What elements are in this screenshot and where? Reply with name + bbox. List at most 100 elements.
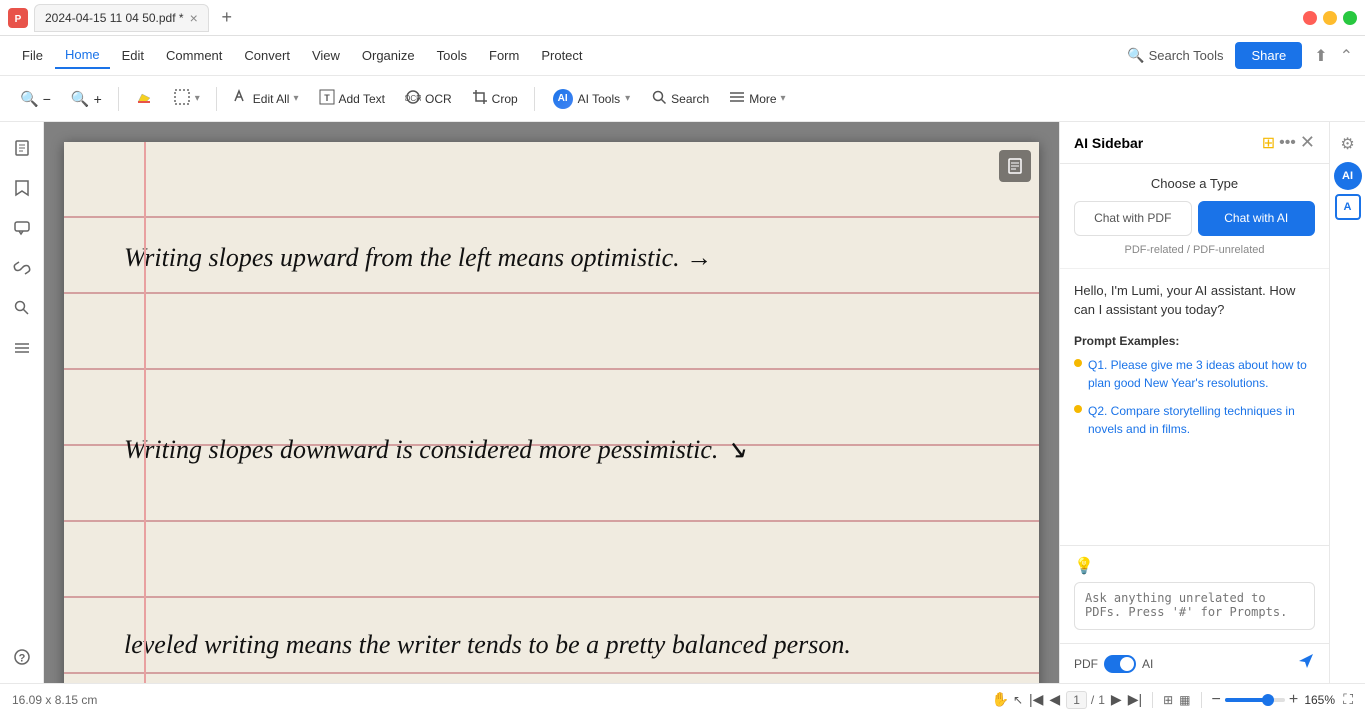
zoom-out-button[interactable]: 🔍 − bbox=[12, 85, 59, 113]
ai-close-icon[interactable]: ✕ bbox=[1300, 132, 1315, 153]
menu-protect[interactable]: Protect bbox=[531, 43, 592, 68]
ai-input-field[interactable] bbox=[1074, 582, 1315, 630]
zoom-in-button[interactable]: 🔍 + bbox=[63, 85, 110, 113]
first-page-button[interactable]: |◀ bbox=[1029, 691, 1043, 708]
menu-organize[interactable]: Organize bbox=[352, 43, 425, 68]
menu-file[interactable]: File bbox=[12, 43, 53, 68]
current-page[interactable]: 1 bbox=[1066, 691, 1087, 709]
ai-send-icon[interactable] bbox=[1297, 652, 1315, 675]
ai-prompt-text-1[interactable]: Q1. Please give me 3 ideas about how to … bbox=[1088, 356, 1315, 392]
fullscreen-button[interactable]: ⛶ bbox=[1343, 691, 1353, 708]
rect-chevron-icon: ▾ bbox=[195, 93, 200, 104]
more-button[interactable]: More ▾ bbox=[721, 84, 793, 113]
sidebar-bookmark-button[interactable] bbox=[4, 170, 40, 206]
tab[interactable]: 2024-04-15 11 04 50.pdf * × bbox=[34, 4, 209, 32]
window-close-button[interactable] bbox=[1303, 11, 1317, 25]
toolbar: 🔍 − 🔍 + ▾ Edit All ▾ T Add Text OCR OCR bbox=[0, 76, 1365, 122]
search-tools-label: Search Tools bbox=[1149, 48, 1224, 63]
zoom-slider[interactable] bbox=[1225, 698, 1285, 702]
zoom-value: 165% bbox=[1302, 693, 1337, 707]
tab-close-icon[interactable]: × bbox=[190, 11, 198, 25]
svg-text:OCR: OCR bbox=[405, 94, 421, 103]
page-separator: / bbox=[1091, 693, 1094, 707]
next-page-button[interactable]: ▶ bbox=[1111, 691, 1122, 708]
ai-bookmark-icon[interactable]: ⊞ bbox=[1262, 133, 1275, 153]
sidebar-link-button[interactable] bbox=[4, 250, 40, 286]
add-text-button[interactable]: T Add Text bbox=[311, 84, 393, 113]
ai-tools-button[interactable]: AI AI Tools ▾ bbox=[543, 84, 641, 114]
ai-chat-area: Hello, I'm Lumi, your AI assistant. How … bbox=[1060, 269, 1329, 545]
content-row: ? Writing slopes upward from the left me… bbox=[0, 122, 1365, 683]
menu-view[interactable]: View bbox=[302, 43, 350, 68]
ai-icon: AI bbox=[553, 89, 573, 109]
zoom-in-status-button[interactable]: + bbox=[1289, 691, 1298, 709]
zoom-in-icon: 🔍 bbox=[71, 90, 90, 108]
edit-all-button[interactable]: Edit All ▾ bbox=[225, 84, 307, 113]
zoom-slider-thumb bbox=[1262, 694, 1274, 706]
last-page-button[interactable]: ▶| bbox=[1128, 691, 1142, 708]
sidebar-search-button[interactable] bbox=[4, 290, 40, 326]
ai-prompt-item-2[interactable]: Q2. Compare storytelling techniques in n… bbox=[1074, 402, 1315, 438]
right-word-badge[interactable]: A bbox=[1335, 194, 1361, 220]
svg-text:T: T bbox=[324, 93, 330, 103]
sidebar-layers-button[interactable] bbox=[4, 330, 40, 366]
sidebar-comment-button[interactable] bbox=[4, 210, 40, 246]
sidebar-help-button[interactable]: ? bbox=[4, 639, 40, 675]
page-navigation: ✋ ↖ bbox=[992, 691, 1024, 708]
ai-toggle[interactable] bbox=[1104, 655, 1136, 673]
menu-tools[interactable]: Tools bbox=[427, 43, 477, 68]
zoom-in-label: + bbox=[94, 91, 102, 107]
chat-with-pdf-button[interactable]: Chat with PDF bbox=[1074, 201, 1192, 236]
menu-home[interactable]: Home bbox=[55, 42, 110, 69]
ai-footer-pdf-label: PDF bbox=[1074, 657, 1098, 671]
ai-header-actions: ⊞ ••• ✕ bbox=[1262, 132, 1315, 153]
rect-select-button[interactable]: ▾ bbox=[165, 83, 208, 114]
sidebar-pages-button[interactable] bbox=[4, 130, 40, 166]
pdf-text-line-3: leveled writing means the writer tends t… bbox=[124, 610, 979, 679]
highlight-button[interactable] bbox=[127, 83, 161, 114]
window-minimize-button[interactable] bbox=[1323, 11, 1337, 25]
page-layout-icon[interactable]: ▦ bbox=[1179, 693, 1190, 707]
rect-select-icon bbox=[173, 88, 191, 109]
ocr-button[interactable]: OCR OCR bbox=[397, 84, 460, 113]
toolbar-separator-1 bbox=[118, 87, 119, 111]
menu-comment[interactable]: Comment bbox=[156, 43, 232, 68]
menu-form[interactable]: Form bbox=[479, 43, 529, 68]
search-tools-button[interactable]: 🔍 Search Tools bbox=[1117, 42, 1233, 69]
page-size-icon[interactable]: ⊞ bbox=[1163, 693, 1173, 707]
menu-edit[interactable]: Edit bbox=[112, 43, 154, 68]
upload-button[interactable]: ⬆ bbox=[1314, 46, 1327, 66]
left-sidebar: ? bbox=[0, 122, 44, 683]
zoom-controls: − + 165% bbox=[1212, 691, 1338, 709]
bulb-icon: 💡 bbox=[1074, 556, 1094, 576]
ai-prompt-text-2[interactable]: Q2. Compare storytelling techniques in n… bbox=[1088, 402, 1315, 438]
ai-more-icon[interactable]: ••• bbox=[1279, 134, 1296, 152]
ai-prompt-item-1[interactable]: Q1. Please give me 3 ideas about how to … bbox=[1074, 356, 1315, 392]
right-settings-icon[interactable]: ⚙ bbox=[1334, 130, 1362, 158]
ai-type-section: Choose a Type Chat with PDF Chat with AI… bbox=[1060, 164, 1329, 269]
total-pages: 1 bbox=[1098, 693, 1105, 707]
zoom-out-status-button[interactable]: − bbox=[1212, 691, 1221, 709]
search-button[interactable]: Search bbox=[644, 85, 717, 113]
right-ai-badge[interactable]: AI bbox=[1334, 162, 1362, 190]
crop-label: Crop bbox=[492, 92, 518, 106]
edit-all-chevron-icon: ▾ bbox=[293, 93, 298, 104]
ai-sidebar-header: AI Sidebar ⊞ ••• ✕ bbox=[1060, 122, 1329, 164]
titlebar-right bbox=[1303, 11, 1357, 25]
menubar: File Home Edit Comment Convert View Orga… bbox=[0, 36, 1365, 76]
ocr-icon: OCR bbox=[405, 89, 421, 108]
zoom-slider-fill bbox=[1225, 698, 1266, 702]
new-tab-button[interactable]: + bbox=[215, 6, 239, 30]
minimize-toolbar-button[interactable]: ⌃ bbox=[1340, 46, 1353, 66]
menu-convert[interactable]: Convert bbox=[234, 43, 300, 68]
zoom-out-label: − bbox=[43, 91, 51, 107]
nav-hand-icon[interactable]: ✋ bbox=[992, 691, 1009, 708]
prev-page-button[interactable]: ◀ bbox=[1049, 691, 1060, 708]
page-thumbnail-icon[interactable] bbox=[999, 150, 1031, 182]
crop-button[interactable]: Crop bbox=[464, 84, 526, 113]
window-maximize-button[interactable] bbox=[1343, 11, 1357, 25]
share-button[interactable]: Share bbox=[1235, 42, 1302, 69]
chat-with-ai-button[interactable]: Chat with AI bbox=[1198, 201, 1316, 236]
nav-cursor-icon[interactable]: ↖ bbox=[1013, 693, 1023, 707]
ai-footer: PDF AI bbox=[1060, 643, 1329, 683]
